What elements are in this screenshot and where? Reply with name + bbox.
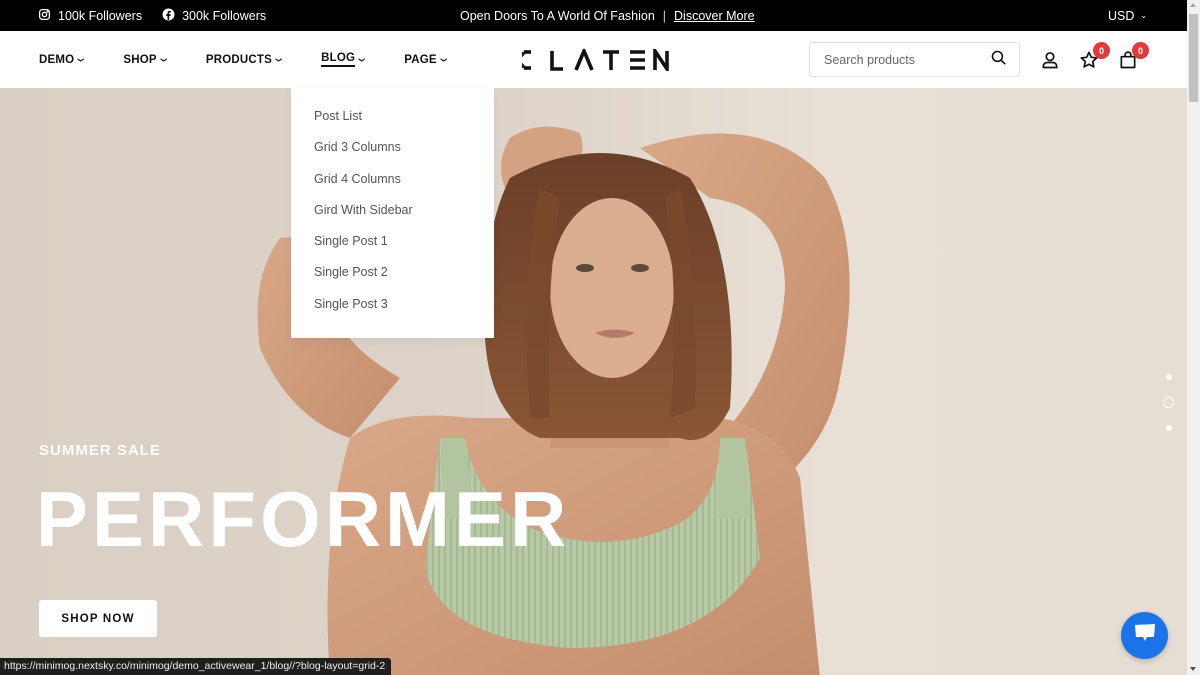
- promo-text: Open Doors To A World Of Fashion: [460, 8, 655, 23]
- cart-count-badge: 0: [1132, 42, 1149, 59]
- nav-products-label: PRODUCTS: [205, 53, 273, 66]
- main-nav: DEMO ❯ SHOP ❯ PRODUCTS ❯ BLOG ❯ PAGE ❯: [39, 31, 486, 88]
- chevron-down-icon: ❯: [358, 56, 365, 63]
- currency-label: USD: [1108, 8, 1135, 23]
- nav-blog[interactable]: BLOG ❯: [321, 52, 365, 67]
- dropdown-item-post-list[interactable]: Post List: [291, 108, 494, 139]
- site-logo[interactable]: [522, 49, 672, 71]
- chevron-down-icon: ⌄: [1140, 11, 1148, 20]
- dropdown-item-grid-3-columns[interactable]: Grid 3 Columns: [291, 139, 494, 170]
- chat-bubble-icon: [1133, 622, 1157, 649]
- page-scrollbar[interactable]: [1187, 0, 1200, 675]
- discover-more-link[interactable]: Discover More: [674, 9, 755, 23]
- facebook-followers[interactable]: 300k Followers: [162, 8, 266, 24]
- user-icon: [1040, 52, 1060, 74]
- nav-shop-label: SHOP: [123, 53, 157, 66]
- link-preview-status: https://minimog.nextsky.co/minimog/demo_…: [0, 658, 392, 675]
- scrollbar-thumb[interactable]: [1189, 14, 1198, 102]
- announcement-bar: 100k Followers 300k Followers Open Doors…: [0, 0, 1187, 31]
- search-input[interactable]: [824, 52, 990, 67]
- scroll-up-arrow-icon[interactable]: [1190, 3, 1196, 7]
- chevron-down-icon: ❯: [275, 56, 282, 63]
- account-button[interactable]: [1040, 50, 1060, 70]
- promo-message: Open Doors To A World Of Fashion | Disco…: [460, 0, 755, 31]
- social-followers: 100k Followers 300k Followers: [38, 0, 266, 31]
- wishlist-count-badge: 0: [1093, 42, 1110, 59]
- chevron-down-icon: ❯: [160, 56, 167, 63]
- facebook-followers-label: 300k Followers: [182, 8, 267, 23]
- instagram-followers[interactable]: 100k Followers: [38, 8, 142, 24]
- currency-selector[interactable]: USD ⌄: [1108, 0, 1147, 31]
- search-icon[interactable]: [990, 49, 1007, 71]
- nav-products[interactable]: PRODUCTS ❯: [206, 54, 282, 66]
- slider-pagination: [1163, 374, 1174, 431]
- site-header: DEMO ❯ SHOP ❯ PRODUCTS ❯ BLOG ❯ PAGE ❯ S…: [0, 31, 1187, 88]
- blog-dropdown-menu: Post List Grid 3 Columns Grid 4 Columns …: [291, 88, 494, 338]
- instagram-followers-label: 100k Followers: [58, 8, 143, 23]
- cart-button[interactable]: 0: [1118, 42, 1149, 70]
- slider-dot-1[interactable]: [1165, 374, 1172, 380]
- nav-shop[interactable]: SHOP ❯: [123, 54, 166, 66]
- star-icon: [1079, 51, 1099, 74]
- dropdown-item-grid-4-columns[interactable]: Grid 4 Columns: [291, 171, 494, 202]
- nav-page-label: PAGE: [404, 53, 437, 66]
- nav-blog-label: BLOG: [321, 52, 356, 67]
- shopping-bag-icon: [1118, 51, 1138, 74]
- shop-now-button[interactable]: SHOP NOW: [39, 600, 157, 637]
- chevron-down-icon: ❯: [77, 56, 85, 63]
- chevron-down-icon: ❯: [440, 56, 447, 63]
- dropdown-item-single-post-1[interactable]: Single Post 1: [291, 233, 494, 264]
- slider-dot-3[interactable]: [1165, 425, 1172, 431]
- promo-separator: |: [662, 8, 667, 23]
- nav-demo-label: DEMO: [39, 53, 75, 66]
- nav-page[interactable]: PAGE ❯: [404, 54, 447, 66]
- search-box[interactable]: [809, 42, 1020, 77]
- slider-dot-2[interactable]: [1163, 397, 1174, 408]
- chat-button[interactable]: [1121, 612, 1168, 659]
- dropdown-item-single-post-3[interactable]: Single Post 3: [291, 296, 494, 327]
- instagram-icon: [38, 8, 51, 24]
- hero-slider: SUMMER SALE PERFORMER SHOP NOW: [0, 88, 1187, 675]
- facebook-icon: [162, 8, 175, 24]
- dropdown-item-grid-with-sidebar[interactable]: Gird With Sidebar: [291, 202, 494, 233]
- dropdown-item-single-post-2[interactable]: Single Post 2: [291, 264, 494, 295]
- claten-logo: [522, 49, 669, 71]
- hero-title: PERFORMER: [36, 475, 571, 563]
- wishlist-button[interactable]: 0: [1079, 42, 1110, 70]
- hero-subtitle: SUMMER SALE: [39, 442, 161, 459]
- scroll-down-arrow-icon[interactable]: [1190, 667, 1196, 671]
- nav-demo[interactable]: DEMO ❯: [39, 54, 84, 66]
